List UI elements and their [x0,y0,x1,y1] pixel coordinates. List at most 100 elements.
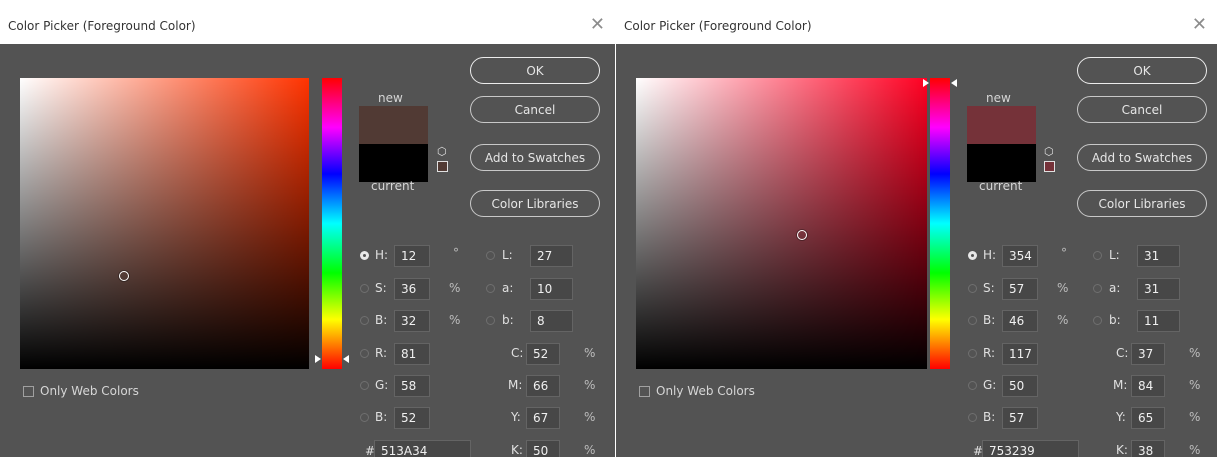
hue-slider[interactable] [930,78,950,369]
label-l: L: [1109,248,1120,262]
close-icon[interactable]: ✕ [1192,14,1207,35]
radio-b[interactable] [486,316,495,325]
input-s[interactable]: 36 [394,278,430,300]
radio-l[interactable] [1093,251,1102,260]
input-l[interactable]: 27 [530,245,573,267]
current-color-swatch[interactable] [359,144,428,182]
color-selector-circle[interactable] [796,230,807,241]
radio-bv[interactable] [360,316,369,325]
color-libraries-button[interactable]: Color Libraries [1077,190,1207,217]
web-safe-cube-icon[interactable]: ⬡ [437,145,447,158]
saturation-brightness-field[interactable] [636,78,927,369]
new-label: new [378,91,403,105]
cancel-button[interactable]: Cancel [1077,96,1207,123]
radio-bv[interactable] [968,316,977,325]
label-r: R: [983,346,996,360]
color-selector-circle[interactable] [119,270,130,281]
radio-bc[interactable] [968,413,977,422]
input-r[interactable]: 117 [1002,343,1038,365]
input-l[interactable]: 31 [1137,245,1180,267]
radio-l[interactable] [486,251,495,260]
label-g: G: [375,378,389,392]
input-m[interactable]: 66 [526,375,560,397]
label-h: H: [983,248,997,262]
current-color-swatch[interactable] [967,144,1036,182]
label-m: M: [508,378,523,392]
radio-r[interactable] [968,349,977,358]
unit-c: % [1189,346,1201,360]
ok-button[interactable]: OK [470,57,600,84]
only-web-colors-checkbox[interactable] [23,386,34,397]
radio-bc[interactable] [360,413,369,422]
unit-k: % [584,443,596,457]
web-safe-color-swatch[interactable] [437,161,448,172]
saturation-brightness-field[interactable] [20,78,309,369]
new-color-swatch [967,106,1036,144]
radio-g[interactable] [968,381,977,390]
input-a[interactable]: 10 [530,278,573,300]
only-web-colors-label[interactable]: Only Web Colors [40,384,139,398]
input-k[interactable]: 38 [1131,440,1165,457]
only-web-colors-checkbox[interactable] [639,386,650,397]
add-to-swatches-button[interactable]: Add to Swatches [1077,144,1207,171]
cancel-button[interactable]: Cancel [470,96,600,123]
label-bv: B: [375,313,388,327]
only-web-colors-label[interactable]: Only Web Colors [656,384,755,398]
web-safe-color-swatch[interactable] [1044,161,1055,172]
radio-b[interactable] [1093,316,1102,325]
title-bar: Color Picker (Foreground Color) ✕ [616,9,1217,44]
unit-c: % [584,346,596,360]
label-bv: B: [983,313,996,327]
input-s[interactable]: 57 [1002,278,1038,300]
radio-s[interactable] [360,284,369,293]
radio-a[interactable] [486,284,495,293]
input-h[interactable]: 12 [394,245,430,267]
hue-slider-left-arrow-icon[interactable] [315,355,321,364]
radio-g[interactable] [360,381,369,390]
input-c[interactable]: 52 [526,343,560,365]
hue-slider-right-arrow-icon[interactable] [343,355,349,364]
radio-s[interactable] [968,284,977,293]
unit-y: % [584,410,596,424]
input-g[interactable]: 50 [1002,375,1038,397]
input-b[interactable]: 11 [1137,310,1180,332]
unit-h: ° [453,246,459,260]
unit-s: % [1057,281,1069,295]
input-b[interactable]: 8 [530,310,573,332]
color-libraries-button[interactable]: Color Libraries [470,190,600,217]
input-k[interactable]: 50 [526,440,560,457]
label-y: Y: [1116,410,1126,424]
label-a: a: [1109,281,1121,295]
label-g: G: [983,378,997,392]
input-y[interactable]: 67 [526,407,560,429]
hex-input[interactable]: 753239 [982,440,1079,457]
color-picker-dialog-1: Color Picker (Foreground Color) ✕ new cu… [0,9,615,457]
hue-slider[interactable] [322,78,342,369]
label-bc: B: [983,410,996,424]
ok-button[interactable]: OK [1077,57,1207,84]
hue-slider-left-arrow-icon[interactable] [923,78,929,87]
input-bv[interactable]: 32 [394,310,430,332]
input-a[interactable]: 31 [1137,278,1180,300]
input-r[interactable]: 81 [394,343,430,365]
input-m[interactable]: 84 [1131,375,1165,397]
input-bc[interactable]: 52 [394,407,430,429]
input-bc[interactable]: 57 [1002,407,1038,429]
unit-y: % [1189,410,1201,424]
add-to-swatches-button[interactable]: Add to Swatches [470,144,600,171]
radio-a[interactable] [1093,284,1102,293]
color-picker-dialog-2: Color Picker (Foreground Color) ✕ new cu… [616,9,1217,457]
radio-h[interactable] [968,251,977,260]
input-h[interactable]: 354 [1002,245,1038,267]
input-bv[interactable]: 46 [1002,310,1038,332]
close-icon[interactable]: ✕ [590,14,605,35]
radio-r[interactable] [360,349,369,358]
hex-input[interactable]: 513A34 [374,440,471,457]
input-g[interactable]: 58 [394,375,430,397]
input-c[interactable]: 37 [1131,343,1165,365]
radio-h[interactable] [360,251,369,260]
unit-s: % [449,281,461,295]
input-y[interactable]: 65 [1131,407,1165,429]
web-safe-cube-icon[interactable]: ⬡ [1044,145,1054,158]
hue-slider-right-arrow-icon[interactable] [951,78,957,87]
